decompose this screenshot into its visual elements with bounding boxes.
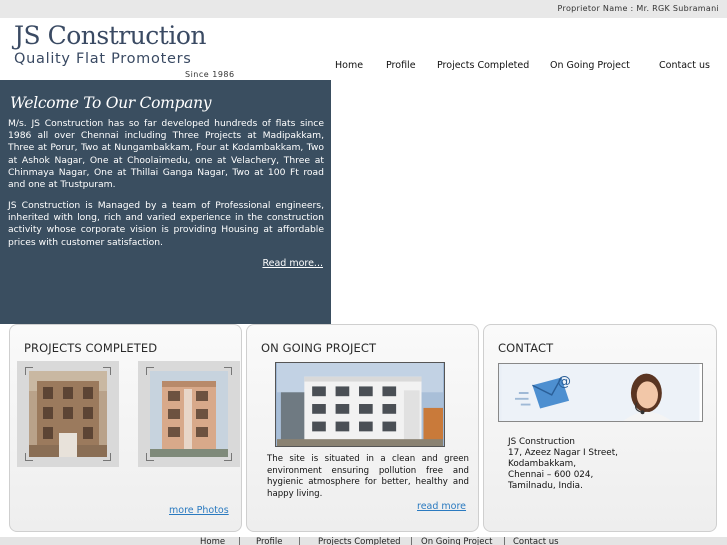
svg-text:@: @: [558, 373, 572, 389]
welcome-paragraph-1: M/s. JS Construction has so far develope…: [8, 118, 324, 191]
nav-ongoing-project[interactable]: On Going Project: [550, 60, 630, 71]
nav-projects-completed[interactable]: Projects Completed: [437, 60, 529, 71]
projects-completed-title: PROJECTS COMPLETED: [24, 341, 158, 355]
address-line: JS Construction: [508, 437, 575, 447]
logo-name: JS Construction: [14, 21, 207, 50]
project-photo-1[interactable]: [17, 361, 119, 467]
welcome-title: Welcome To Our Company: [10, 94, 212, 112]
welcome-paragraph-2: JS Construction is Managed by a team of …: [8, 200, 324, 248]
footer-separator: |: [298, 537, 301, 545]
ongoing-project-title: ON GOING PROJECT: [261, 341, 377, 355]
nav-contact-us[interactable]: Contact us: [659, 60, 710, 71]
building-photo-2: [150, 371, 228, 457]
footer-separator: |: [503, 537, 506, 545]
project-photo-2[interactable]: [138, 361, 240, 467]
contact-panel: CONTACT @ JS Construction 17, Azeez Naga…: [483, 324, 717, 532]
nav-profile[interactable]: Profile: [386, 60, 416, 71]
building-photo-1: [29, 371, 107, 457]
address-line: Chennai – 600 024,: [508, 470, 594, 480]
nav-home[interactable]: Home: [335, 60, 363, 71]
footer-separator: |: [238, 537, 241, 545]
contact-banner-image[interactable]: @: [498, 363, 703, 422]
footer-ongoing-project-link[interactable]: On Going Project: [421, 537, 493, 545]
welcome-read-more-link[interactable]: Read more...: [262, 258, 323, 269]
welcome-section: Welcome To Our Company M/s. JS Construct…: [0, 80, 331, 324]
address-line: 17, Azeez Nagar I Street,: [508, 448, 618, 458]
footer-nav: Home | Profile | Projects Completed | On…: [0, 537, 727, 545]
ongoing-project-description: The site is situated in a clean and gree…: [267, 454, 469, 499]
contact-address: JS Construction 17, Azeez Nagar I Street…: [508, 437, 618, 492]
logo[interactable]: JS Construction Quality Flat Promoters S…: [14, 21, 244, 80]
footer-projects-completed-link[interactable]: Projects Completed: [318, 537, 401, 545]
footer-profile-link[interactable]: Profile: [256, 537, 282, 545]
footer-separator: |: [410, 537, 413, 545]
proprietor-name: Proprietor Name : Mr. RGK Subramani: [557, 4, 719, 13]
logo-since: Since 1986: [185, 70, 235, 79]
projects-completed-panel: PROJECTS COMPLETED more Photos: [9, 324, 242, 532]
address-line: Kodambakkam,: [508, 459, 577, 469]
address-line: Tamilnadu, India.: [508, 481, 583, 491]
top-bar: Proprietor Name : Mr. RGK Subramani: [0, 0, 727, 18]
ongoing-building-photo[interactable]: [275, 362, 445, 447]
footer-home-link[interactable]: Home: [200, 537, 225, 545]
ongoing-read-more-link[interactable]: read more: [417, 501, 466, 512]
more-photos-link[interactable]: more Photos: [169, 505, 229, 516]
logo-tagline: Quality Flat Promoters: [14, 51, 192, 67]
contact-title: CONTACT: [498, 341, 554, 355]
ongoing-project-panel: ON GOING PROJECT The site is situated in…: [246, 324, 479, 532]
footer-contact-us-link[interactable]: Contact us: [513, 537, 559, 545]
